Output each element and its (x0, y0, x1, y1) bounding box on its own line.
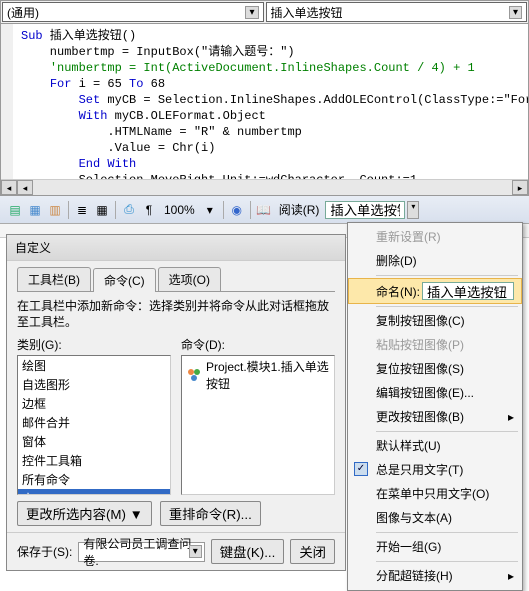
menu-item: 重新设置(R) (348, 225, 522, 249)
customize-dialog: 自定义 工具栏(B)命令(C)选项(O) 在工具栏中添加新命令：选择类别并将命令… (6, 234, 346, 571)
grid-icon[interactable]: ▦ (93, 201, 111, 219)
separator (68, 201, 69, 219)
check-icon: ✓ (354, 462, 368, 476)
keyboard-button[interactable]: 键盘(K)... (211, 539, 285, 564)
menu-item[interactable]: 在菜单中只用文字(O) (348, 482, 522, 506)
save-in-label: 保存于(S): (17, 543, 72, 560)
menu-separator (376, 561, 518, 562)
horizontal-scrollbar[interactable]: ◂ ◂ ▸ (1, 179, 528, 195)
category-item[interactable]: 窗体 (18, 432, 170, 451)
object-dropdown[interactable]: (通用) (2, 2, 264, 22)
tab-0[interactable]: 工具栏(B) (17, 267, 91, 291)
insert-icon[interactable]: ⎙ (120, 201, 138, 219)
procedure-dropdown-value: 插入单选按钮 (271, 4, 343, 21)
menu-separator (376, 275, 518, 276)
menu-item[interactable]: 删除(D) (348, 249, 522, 273)
category-item[interactable]: 宏 (18, 489, 170, 495)
commands-label: 命令(D): (181, 336, 335, 353)
macro-icon (186, 367, 202, 383)
command-label: Project.模块1.插入单选按钮 (206, 358, 330, 392)
icon-1[interactable]: ▤ (6, 201, 24, 219)
menu-item[interactable]: 复制按钮图像(C) (348, 309, 522, 333)
menu-item[interactable]: 图像与文本(A) (348, 506, 522, 530)
code-header: (通用) 插入单选按钮 (1, 1, 528, 24)
close-button[interactable]: 关闭 (290, 539, 335, 564)
vba-code-editor: (通用) 插入单选按钮 Sub 插入单选按钮() numbertmp = Inp… (0, 0, 529, 196)
tab-2[interactable]: 选项(O) (158, 267, 221, 291)
columns-icon[interactable]: ≣ (73, 201, 91, 219)
menu-separator (376, 306, 518, 307)
scroll-left-arrow[interactable]: ◂ (1, 180, 17, 195)
menu-item[interactable]: 开始一组(G) (348, 535, 522, 559)
icon-2[interactable]: ▦ (26, 201, 44, 219)
menu-separator (376, 431, 518, 432)
modify-selection-button[interactable]: 更改所选内容(M) ▼ (17, 501, 152, 526)
menu-item: 粘贴按钮图像(P) (348, 333, 522, 357)
code-body[interactable]: Sub 插入单选按钮() numbertmp = InputBox("请输入题号… (1, 24, 528, 179)
menu-item[interactable]: 默认样式(U) (348, 434, 522, 458)
separator (115, 201, 116, 219)
menu-item[interactable]: ✓总是只用文字(T) (348, 458, 522, 482)
read-button[interactable]: 阅读(R) (275, 201, 324, 218)
separator (223, 201, 224, 219)
category-item[interactable]: 自选图形 (18, 375, 170, 394)
object-dropdown-value: (通用) (7, 4, 39, 21)
category-item[interactable]: 边框 (18, 394, 170, 413)
category-listbox[interactable]: 绘图自选图形边框邮件合并窗体控件工具箱所有命令宏字体自动图文集样式 (17, 355, 171, 495)
menu-separator (376, 532, 518, 533)
dialog-title: 自定义 (7, 235, 345, 261)
category-item[interactable]: 控件工具箱 (18, 451, 170, 470)
menu-name-label: 命名(N): (376, 283, 420, 300)
separator (250, 201, 251, 219)
menu-name-input[interactable] (422, 282, 514, 300)
menu-item[interactable]: 更改按钮图像(B) ▸ (348, 405, 522, 429)
macro-dropdown-button[interactable]: ▾ (407, 201, 419, 219)
tab-1[interactable]: 命令(C) (93, 268, 156, 292)
submenu-arrow-icon: ▸ (508, 568, 514, 584)
menu-item[interactable]: 编辑按钮图像(E)... (348, 381, 522, 405)
macro-name-input[interactable] (325, 201, 405, 219)
category-item[interactable]: 邮件合并 (18, 413, 170, 432)
command-item[interactable]: Project.模块1.插入单选按钮 (182, 356, 334, 394)
menu-item[interactable]: 复位按钮图像(S) (348, 357, 522, 381)
category-item[interactable]: 所有命令 (18, 470, 170, 489)
category-label: 类别(G): (17, 336, 171, 353)
paragraph-icon[interactable]: ¶ (140, 201, 158, 219)
commands-listbox[interactable]: Project.模块1.插入单选按钮 (181, 355, 335, 495)
scroll-left-arrow-2[interactable]: ◂ (17, 180, 33, 195)
submenu-arrow-icon: ▸ (508, 409, 514, 425)
category-item[interactable]: 绘图 (18, 356, 170, 375)
menu-name-row[interactable]: 命名(N): (348, 278, 522, 304)
icon-3[interactable]: ▥ (46, 201, 64, 219)
procedure-dropdown[interactable]: 插入单选按钮 (266, 2, 528, 22)
scroll-track[interactable] (33, 180, 512, 195)
save-in-dropdown[interactable]: 有限公司员工调查问卷. (78, 542, 204, 562)
scroll-right-arrow[interactable]: ▸ (512, 180, 528, 195)
zoom-dropdown-icon[interactable]: ▾ (201, 201, 219, 219)
menu-item[interactable]: 分配超链接(H) ▸ (348, 564, 522, 588)
book-icon[interactable]: 📖 (255, 201, 273, 219)
help-icon[interactable]: ◉ (228, 201, 246, 219)
zoom-value[interactable]: 100% (160, 203, 199, 217)
context-menu: 重新设置(R)删除(D) 命名(N): 复制按钮图像(C)粘贴按钮图像(P)复位按钮… (347, 222, 523, 591)
save-in-value: 有限公司员工调查问卷. (83, 535, 199, 569)
main-toolbar: ▤ ▦ ▥ ≣ ▦ ⎙ ¶ 100% ▾ ◉ 📖 阅读(R) ▾ (0, 196, 529, 224)
rearrange-commands-button[interactable]: 重排命令(R)... (160, 501, 261, 526)
dialog-help-text: 在工具栏中添加新命令：选择类别并将命令从此对话框拖放至工具栏。 (17, 298, 335, 330)
dialog-tabs: 工具栏(B)命令(C)选项(O) (17, 267, 335, 292)
